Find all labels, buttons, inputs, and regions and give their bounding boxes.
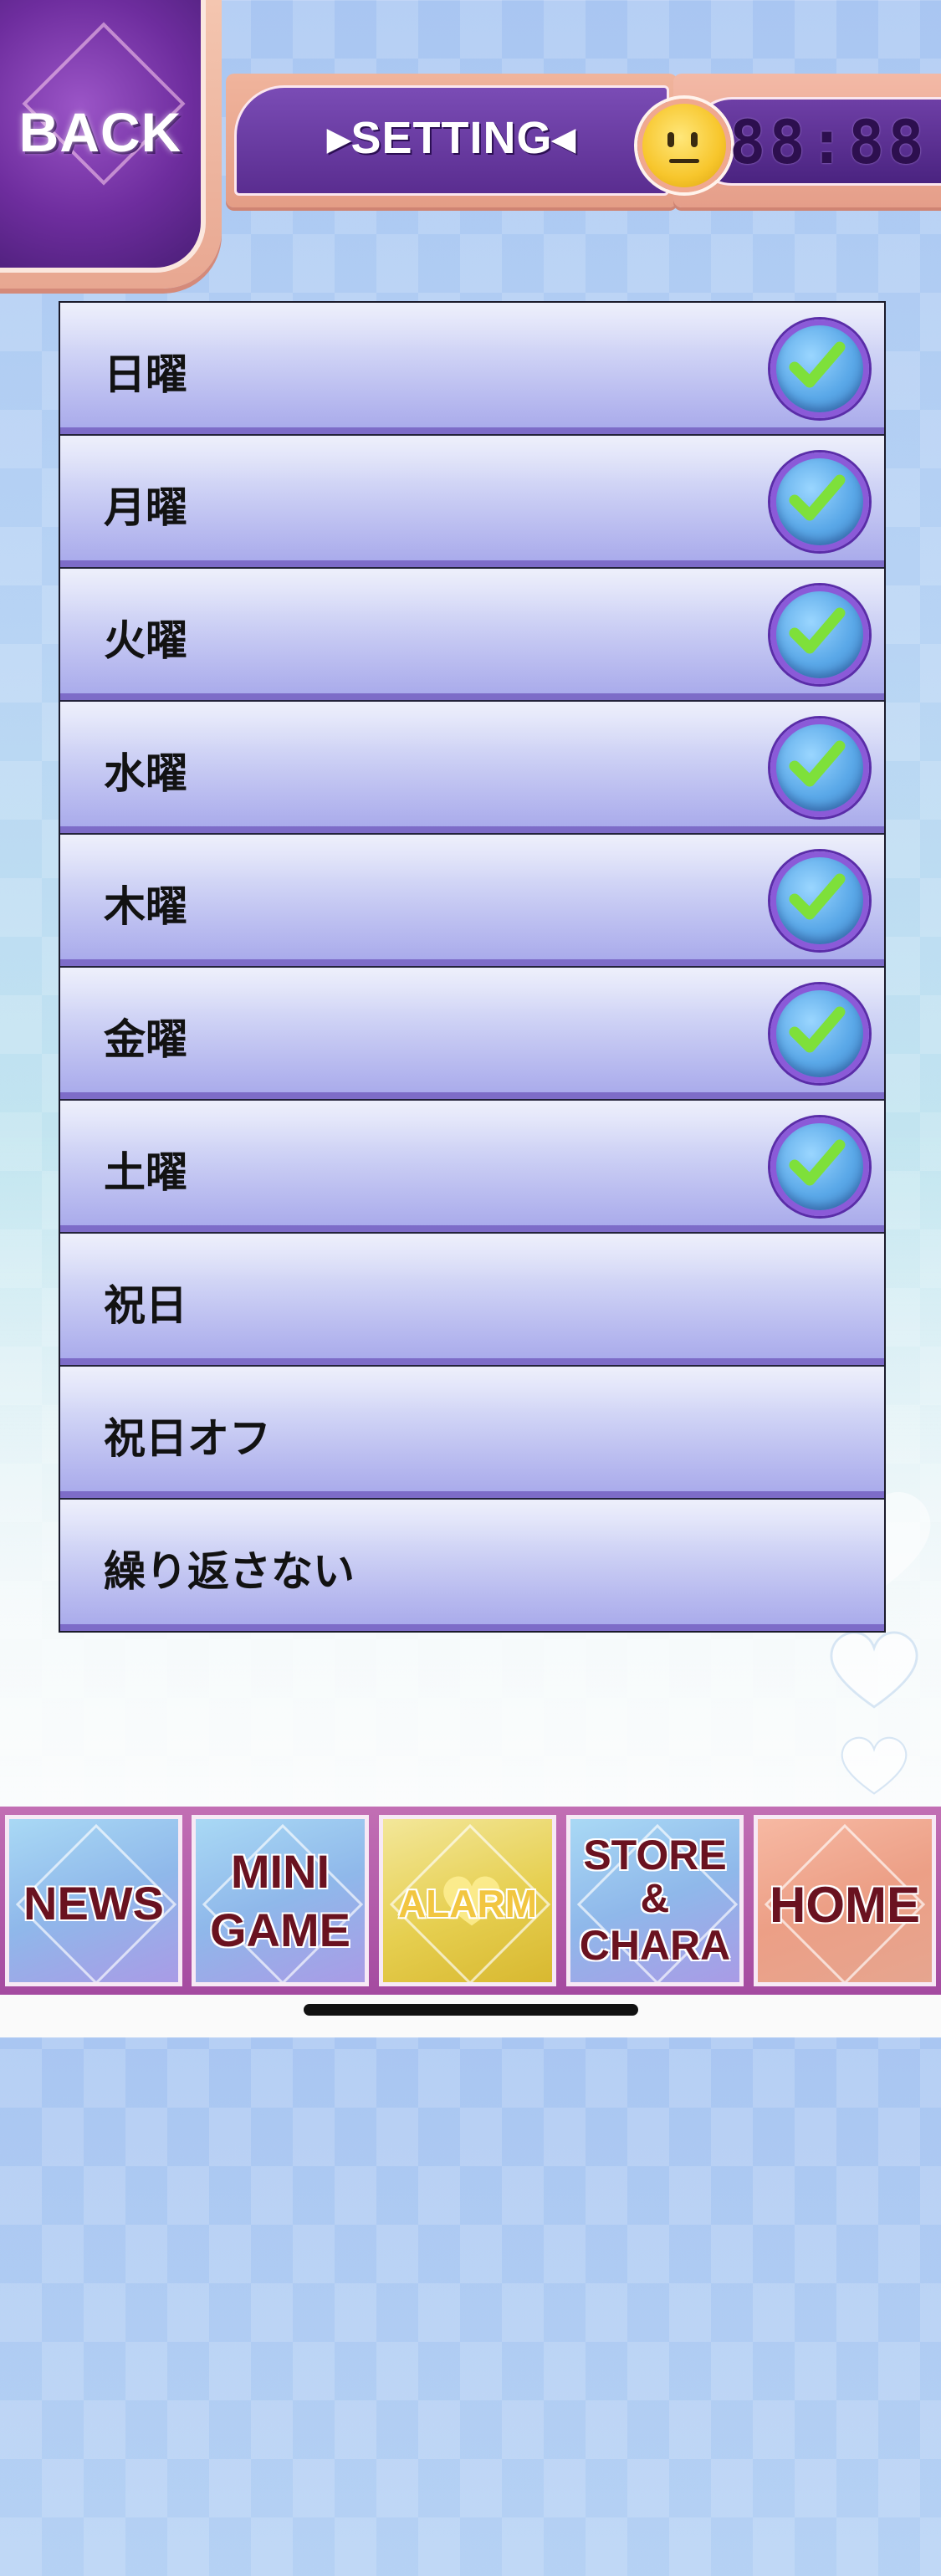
nav-chara-label: CHARA xyxy=(579,1922,731,1969)
face-eye xyxy=(667,132,674,147)
nav-alarm-button[interactable]: ALARM xyxy=(379,1815,556,1986)
title-plate: ▸SETTING◂ xyxy=(234,85,669,196)
list-item-holiday-off[interactable]: 祝日オフ xyxy=(60,1365,884,1498)
home-indicator[interactable] xyxy=(304,2004,638,2016)
nav-alarm-label: ALARM xyxy=(397,1882,538,1925)
nav-news-button[interactable]: NEWS xyxy=(5,1815,182,1986)
clock-text: 88:88 xyxy=(729,107,928,177)
list-item-wednesday[interactable]: 水曜 xyxy=(60,700,884,833)
page-title: ▸SETTING◂ xyxy=(327,113,576,163)
checkmark-icon xyxy=(770,984,869,1083)
nav-game-label: GAME xyxy=(210,1904,350,1956)
list-item-saturday[interactable]: 土曜 xyxy=(60,1099,884,1232)
list-item-label: 木曜 xyxy=(104,882,187,931)
list-item-sunday[interactable]: 日曜 xyxy=(60,303,884,434)
list-item-label: 祝日 xyxy=(104,1281,187,1330)
nav-home-button[interactable]: HOME xyxy=(754,1815,936,1986)
nav-store-label: STORE xyxy=(583,1832,727,1878)
back-label: BACK xyxy=(18,101,182,163)
list-item-label: 月曜 xyxy=(104,483,187,532)
back-button[interactable]: BACK xyxy=(0,0,222,289)
nav-minigame-button[interactable]: MINI GAME xyxy=(192,1815,369,1986)
list-item-label: 祝日オフ xyxy=(104,1414,271,1463)
checkmark-icon xyxy=(770,452,869,551)
checkmark-icon xyxy=(770,1117,869,1216)
list-item-holiday[interactable]: 祝日 xyxy=(60,1232,884,1365)
nav-news-label: NEWS xyxy=(23,1877,164,1929)
bottom-nav: NEWS MINI GAME ALARM STORE & CHARA HOME xyxy=(0,1807,941,1995)
nav-home-label: HOME xyxy=(770,1877,920,1933)
list-item-friday[interactable]: 金曜 xyxy=(60,966,884,1099)
list-item-label: 火曜 xyxy=(104,616,187,665)
checkmark-icon xyxy=(770,585,869,684)
checkmark-icon xyxy=(770,851,869,950)
nav-amp-label: & xyxy=(640,1877,670,1921)
heart-icon xyxy=(830,1631,918,1709)
face-icon xyxy=(637,99,731,192)
list-item-no-repeat[interactable]: 繰り返さない xyxy=(60,1498,884,1631)
heart-icon xyxy=(841,1736,908,1795)
nav-store-chara-button[interactable]: STORE & CHARA xyxy=(566,1815,744,1986)
checkmark-icon xyxy=(770,319,869,418)
list-item-label: 日曜 xyxy=(104,350,187,399)
nav-mini-label: MINI xyxy=(230,1845,330,1898)
list-item-label: 繰り返さない xyxy=(104,1547,355,1596)
back-button-face: BACK xyxy=(0,0,206,273)
list-item-label: 土曜 xyxy=(104,1148,187,1197)
repeat-day-list: 日曜 月曜 火曜 水曜 木曜 金曜 土曜 祝日 祝日オフ 繰り返さない xyxy=(59,301,886,1633)
title-bar: ▸SETTING◂ xyxy=(226,74,678,207)
list-item-thursday[interactable]: 木曜 xyxy=(60,833,884,966)
face-mouth xyxy=(669,159,699,163)
list-item-monday[interactable]: 月曜 xyxy=(60,434,884,567)
list-item-tuesday[interactable]: 火曜 xyxy=(60,567,884,700)
checkmark-icon xyxy=(770,718,869,817)
list-item-label: 水曜 xyxy=(104,749,187,798)
home-indicator-area xyxy=(0,1995,941,2037)
face-eye xyxy=(691,132,698,147)
list-item-label: 金曜 xyxy=(104,1015,187,1064)
